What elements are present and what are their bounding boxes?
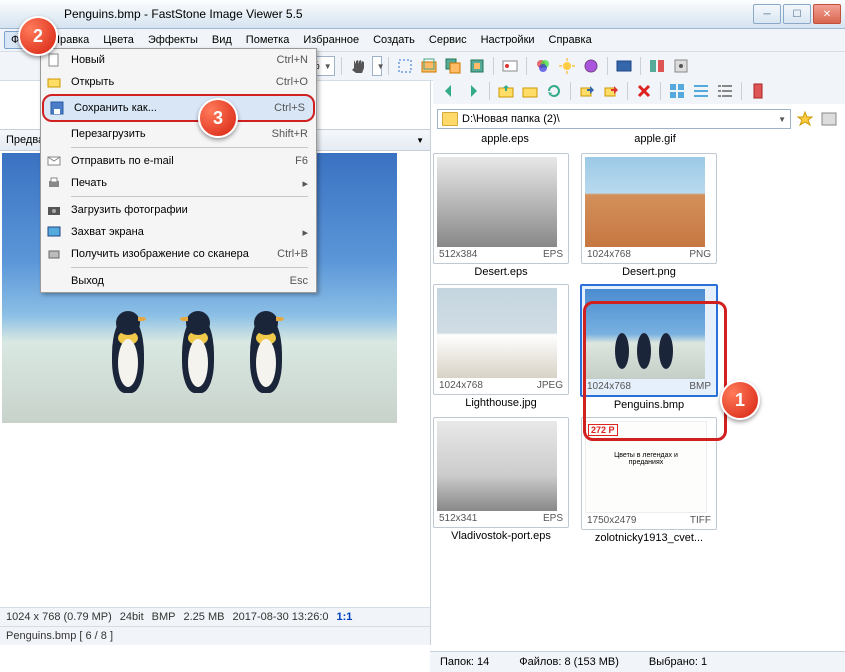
menu-item-reload[interactable]: ПерезагрузитьShift+R [41, 123, 316, 145]
minimize-button[interactable]: ─ [753, 4, 781, 24]
menu-item-exit[interactable]: ВыходEsc [41, 270, 316, 292]
crop-icon[interactable] [419, 56, 439, 76]
effects-icon[interactable] [581, 56, 601, 76]
settings-icon[interactable] [671, 56, 691, 76]
path-input[interactable]: D:\Новая папка (2)\▼ [437, 109, 791, 129]
menu-item-scanner[interactable]: Получить изображение со сканераCtrl+B [41, 243, 316, 265]
file-menu-dropdown: НовыйCtrl+N ОткрытьCtrl+O Сохранить как.… [40, 48, 317, 293]
menu-service[interactable]: Сервис [422, 31, 474, 49]
window-title: Penguins.bmp - FastStone Image Viewer 5.… [4, 7, 753, 21]
menu-help[interactable]: Справка [542, 31, 599, 49]
slideshow-icon[interactable] [614, 56, 634, 76]
menu-colors[interactable]: Цвета [96, 31, 141, 49]
compare-icon[interactable] [647, 56, 667, 76]
thumbnail-name: apple.eps [441, 133, 569, 145]
file-counter: Penguins.bmp [ 6 / 8 ] [0, 626, 430, 645]
image-info-bar: 1024 x 768 (0.79 MP)24bitBMP2.25 MB2017-… [0, 607, 430, 626]
callout-3: 3 [198, 98, 238, 138]
resize-icon[interactable] [443, 56, 463, 76]
new-file-icon [45, 51, 63, 69]
menu-effects[interactable]: Эффекты [141, 31, 205, 49]
light-icon[interactable] [557, 56, 577, 76]
thumbnail-item[interactable]: 512x341EPSVladivostok-port.eps [435, 417, 567, 544]
thumbnail-name: apple.gif [591, 133, 719, 145]
menu-item-save-as[interactable]: Сохранить как...Ctrl+S [42, 94, 315, 122]
callout-2: 2 [18, 16, 58, 56]
save-icon [48, 99, 66, 117]
menu-item-new[interactable]: НовыйCtrl+N [41, 49, 316, 71]
callout-1: 1 [720, 380, 760, 420]
menu-settings[interactable]: Настройки [474, 31, 542, 49]
print-icon [45, 174, 63, 192]
menu-create[interactable]: Создать [366, 31, 422, 49]
open-folder-icon [45, 73, 63, 91]
close-button[interactable]: ✕ [813, 4, 841, 24]
scanner-icon [45, 245, 63, 263]
mail-icon [45, 152, 63, 170]
favorite-icon[interactable] [795, 109, 815, 129]
hand-dropdown[interactable]: ▼ [372, 56, 382, 76]
status-bar: Папок: 14 Файлов: 8 (153 MB) Выбрано: 1 [430, 651, 845, 672]
folder-icon [442, 112, 458, 126]
menu-item-print[interactable]: Печать▸ [41, 172, 316, 194]
thumbnail-item[interactable]: 272 PЦветы в легендах и преданиях1750x24… [583, 417, 715, 544]
thumbnail-item[interactable]: 1024x768PNGDesert.png [583, 153, 715, 278]
capture-icon [45, 223, 63, 241]
thumbnail-item[interactable]: 1024x768JPEGLighthouse.jpg [435, 284, 567, 411]
maximize-button[interactable]: ☐ [783, 4, 811, 24]
menu-favorites[interactable]: Избранное [296, 31, 366, 49]
thumbnail-item[interactable]: 512x384EPSDesert.eps [435, 153, 567, 278]
canvas-icon[interactable] [467, 56, 487, 76]
menu-view[interactable]: Вид [205, 31, 239, 49]
menu-item-download-photos[interactable]: Загрузить фотографии [41, 199, 316, 221]
menu-tag[interactable]: Пометка [239, 31, 297, 49]
menu-item-screen-capture[interactable]: Захват экрана▸ [41, 221, 316, 243]
rect-select-icon[interactable] [395, 56, 415, 76]
thumbnail-grid[interactable]: apple.eps apple.gif 512x384EPSDesert.eps… [431, 131, 845, 645]
full-screen-icon[interactable] [819, 109, 839, 129]
path-bar: D:\Новая папка (2)\▼ [431, 107, 845, 131]
menu-item-email[interactable]: Отправить по e-mailF6 [41, 150, 316, 172]
draw-icon[interactable] [500, 56, 520, 76]
hand-icon[interactable] [348, 56, 368, 76]
menu-item-open[interactable]: ОткрытьCtrl+O [41, 71, 316, 93]
thumbnail-item-selected[interactable]: 1024x768BMPPenguins.bmp [583, 284, 715, 411]
adjust-colors-icon[interactable] [533, 56, 553, 76]
camera-icon [45, 201, 63, 219]
titlebar: Penguins.bmp - FastStone Image Viewer 5.… [0, 0, 845, 29]
